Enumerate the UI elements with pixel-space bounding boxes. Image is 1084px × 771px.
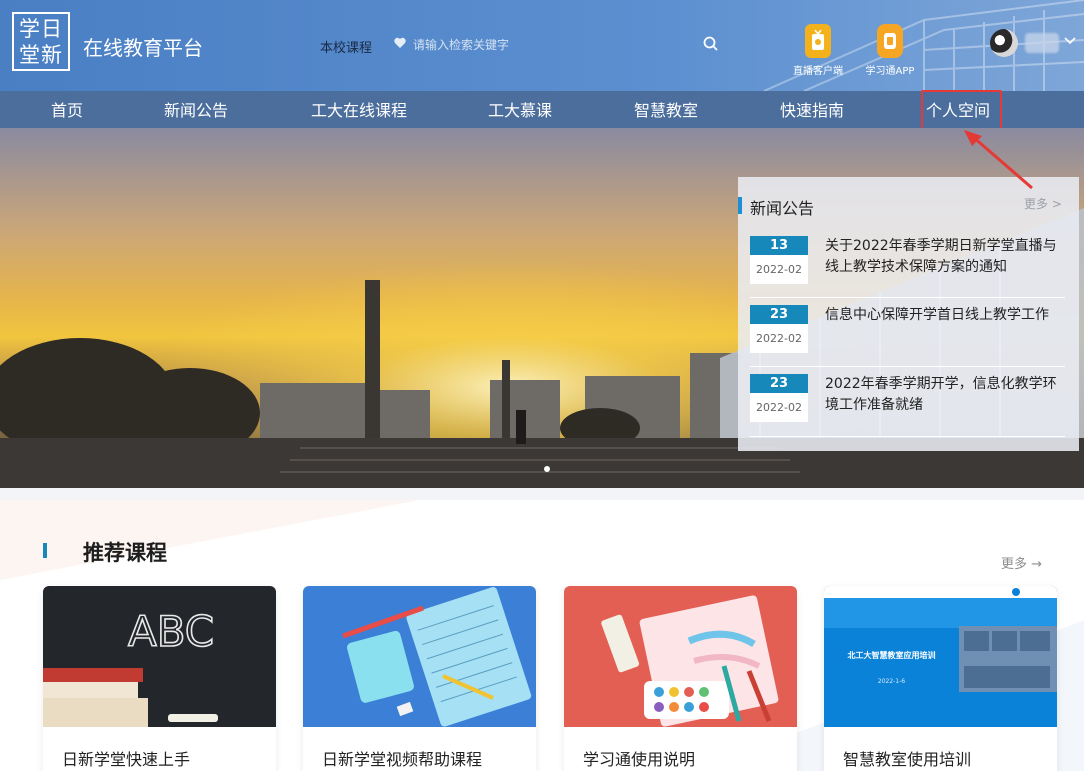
news-item[interactable]: 23 2022-02 信息中心保障开学首日线上教学工作 bbox=[750, 305, 1068, 367]
user-name-blurred bbox=[1025, 33, 1059, 53]
nav-item-online-courses[interactable]: 工大在线课程 bbox=[311, 91, 407, 128]
news-panel-title: 新闻公告 bbox=[750, 199, 815, 218]
news-divider bbox=[750, 366, 1065, 367]
course-card[interactable]: 学习通使用说明 bbox=[564, 586, 797, 771]
stationery-illustration-image bbox=[303, 586, 536, 727]
cover-date: 2022-1-6 bbox=[877, 678, 906, 685]
avatar[interactable] bbox=[990, 29, 1018, 57]
course-card[interactable]: 北工大智慧教室应用培训 2022-1-6 智慧教室使用培训 bbox=[824, 586, 1057, 771]
news-item[interactable]: 13 2022-02 关于2022年春季学期日新学堂直播与线上教学技术保障方案的… bbox=[750, 236, 1068, 298]
logo-line-1: 学日 bbox=[19, 17, 63, 41]
news-date-month: 2022-02 bbox=[756, 332, 802, 345]
search-scope-select[interactable]: 本校课程 bbox=[320, 37, 372, 56]
search-icon[interactable] bbox=[702, 35, 720, 53]
recommend-more-link[interactable]: 更多 → bbox=[1001, 553, 1042, 572]
course-card-title: 智慧教室使用培训 bbox=[843, 750, 972, 769]
news-panel: 新闻公告 更多 > 13 2022-02 关于2022年春季学期日新学堂直播与线… bbox=[738, 177, 1079, 451]
logo-line-2: 堂新 bbox=[19, 43, 63, 67]
search-input[interactable] bbox=[413, 35, 693, 55]
nav-item-home[interactable]: 首页 bbox=[51, 91, 83, 128]
news-title-accent bbox=[738, 197, 742, 214]
xuexitong-app-icon bbox=[877, 24, 903, 58]
site-name: 在线教育平台 bbox=[83, 36, 203, 60]
news-date-day: 13 bbox=[750, 236, 808, 255]
news-divider bbox=[750, 436, 1065, 437]
news-date-day: 23 bbox=[750, 374, 808, 393]
course-card-title: 日新学堂快速上手 bbox=[62, 750, 191, 769]
news-divider bbox=[750, 297, 1065, 298]
recommend-title-accent bbox=[43, 543, 47, 558]
live-client-icon bbox=[805, 24, 831, 58]
personal-space-highlight-box bbox=[921, 90, 1002, 130]
svg-text:ABC: ABC bbox=[128, 607, 214, 656]
nav-item-mooc[interactable]: 工大慕课 bbox=[488, 91, 552, 128]
news-item[interactable]: 23 2022-02 2022年春季学期开学，信息化教学环境工作准备就绪 bbox=[750, 374, 1068, 436]
paint-palette-illustration-image bbox=[564, 586, 797, 727]
carousel-dot[interactable] bbox=[544, 466, 550, 472]
nav-item-quick-guide[interactable]: 快速指南 bbox=[780, 91, 844, 128]
annotation-arrow bbox=[964, 130, 1033, 190]
news-date-day: 23 bbox=[750, 305, 808, 324]
xuexitong-app-label: 学习通APP bbox=[865, 66, 915, 77]
header: 学日 堂新 在线教育平台 本校课程 直播客户端 学习通APP bbox=[0, 0, 1084, 91]
live-client-label: 直播客户端 bbox=[793, 66, 843, 77]
news-date-month: 2022-02 bbox=[756, 263, 802, 276]
course-card[interactable]: 日新学堂视频帮助课程 bbox=[303, 586, 536, 771]
xuexitong-app-button[interactable]: 学习通APP bbox=[862, 24, 918, 77]
news-date: 23 2022-02 bbox=[750, 305, 808, 353]
chalkboard-abc-image: ABC bbox=[43, 586, 276, 727]
nav-item-smart-classroom[interactable]: 智慧教室 bbox=[634, 91, 698, 128]
news-more-link[interactable]: 更多 > bbox=[1024, 195, 1062, 212]
news-date: 13 2022-02 bbox=[750, 236, 808, 284]
site-logo[interactable]: 学日 堂新 bbox=[12, 12, 70, 71]
nav-item-news[interactable]: 新闻公告 bbox=[164, 91, 228, 128]
news-date: 23 2022-02 bbox=[750, 374, 808, 422]
news-item-title[interactable]: 关于2022年春季学期日新学堂直播与线上教学技术保障方案的通知 bbox=[825, 236, 1061, 278]
chevron-down-icon[interactable] bbox=[1064, 36, 1076, 46]
live-client-button[interactable]: 直播客户端 bbox=[790, 24, 846, 77]
recommend-title: 推荐课程 bbox=[83, 541, 167, 565]
course-card[interactable]: ABC 日新学堂快速上手 bbox=[43, 586, 276, 771]
course-card-title: 学习通使用说明 bbox=[583, 750, 696, 769]
cover-title: 北工大智慧教室应用培训 bbox=[847, 651, 936, 660]
course-card-title: 日新学堂视频帮助课程 bbox=[322, 750, 483, 769]
news-date-month: 2022-02 bbox=[756, 401, 802, 414]
news-item-title[interactable]: 信息中心保障开学首日线上教学工作 bbox=[825, 305, 1061, 326]
heart-icon bbox=[394, 37, 406, 48]
news-item-title[interactable]: 2022年春季学期开学，信息化教学环境工作准备就绪 bbox=[825, 374, 1061, 416]
